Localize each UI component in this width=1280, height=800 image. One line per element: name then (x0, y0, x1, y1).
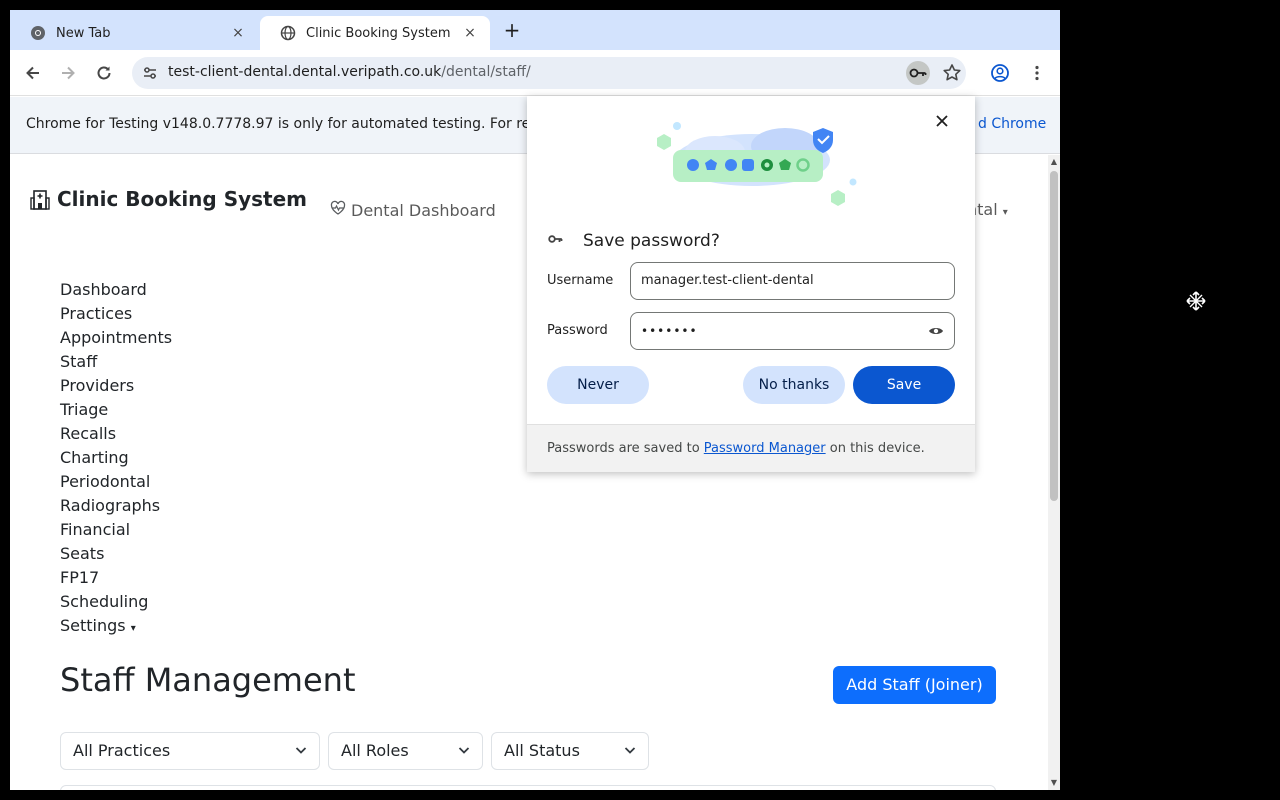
role-filter-value: All Roles (341, 741, 409, 760)
scroll-down-arrow-icon[interactable]: ▼ (1048, 778, 1060, 788)
practice-filter-select[interactable]: All Practices (60, 732, 320, 770)
page-scrollbar[interactable]: ▲ ▼ (1048, 155, 1060, 790)
password-field[interactable]: ••••••• (630, 312, 955, 350)
nav-providers[interactable]: Providers (60, 375, 172, 399)
caret-down-icon: ▾ (130, 623, 136, 634)
close-tab-icon[interactable]: × (230, 25, 246, 41)
page-title: Staff Management (60, 661, 356, 699)
chevron-down-icon (295, 733, 307, 783)
app-brand[interactable]: Clinic Booking System (30, 187, 307, 211)
role-filter-select[interactable]: All Roles (328, 732, 483, 770)
password-manager-link[interactable]: Password Manager (704, 441, 826, 456)
eye-icon[interactable] (928, 313, 944, 363)
nav-settings[interactable]: Settings ▾ (60, 615, 172, 639)
browser-window: New Tab × Clinic Booking System × + test… (10, 10, 1060, 790)
caret-down-icon: ▾ (1002, 207, 1008, 218)
new-tab-button[interactable]: + (502, 20, 522, 40)
tune-icon[interactable] (142, 65, 158, 81)
nav-fp17[interactable]: FP17 (60, 567, 172, 591)
key-icon (547, 231, 565, 251)
kebab-menu-icon[interactable] (1027, 63, 1047, 83)
url-host: test-client-dental.dental.veripath.co.uk (168, 64, 442, 80)
nav-radiographs[interactable]: Radiographs (60, 495, 172, 519)
tab-title: Clinic Booking System (306, 25, 451, 41)
arrow-right-icon[interactable] (58, 63, 78, 83)
profile-icon[interactable] (990, 63, 1010, 83)
reload-icon[interactable] (94, 63, 114, 83)
username-field[interactable]: manager.test-client-dental (630, 262, 955, 300)
tab-title: New Tab (56, 25, 111, 41)
password-illustration (657, 122, 857, 206)
heart-pulse-icon (330, 200, 346, 220)
scroll-up-arrow-icon[interactable]: ▲ (1048, 157, 1060, 167)
footer-prefix: Passwords are saved to (547, 441, 704, 456)
tab-new-tab[interactable]: New Tab × (10, 16, 258, 50)
infobar-link[interactable]: d Chrome (978, 116, 1046, 132)
staff-table-card (60, 785, 996, 790)
password-value: ••••••• (641, 324, 698, 338)
save-password-dialog: Save password? Username manager.test-cli… (527, 96, 975, 472)
nav-practices[interactable]: Practices (60, 303, 172, 327)
nav-periodontal[interactable]: Periodontal (60, 471, 172, 495)
infobar-message: Chrome for Testing v148.0.7778.97 is onl… (26, 116, 531, 132)
nav-seats[interactable]: Seats (60, 543, 172, 567)
dialog-footer: Passwords are saved to Password Manager … (527, 424, 975, 472)
dental-dashboard-link[interactable]: Dental Dashboard (330, 200, 496, 220)
dashboard-link-label: Dental Dashboard (351, 200, 496, 220)
url-path: /dental/staff/ (441, 64, 531, 80)
dialog-title: Save password? (547, 231, 720, 251)
scrollbar-thumb[interactable] (1050, 171, 1058, 501)
chevron-down-icon (458, 733, 470, 783)
nav-appointments[interactable]: Appointments (60, 327, 172, 351)
nav-staff[interactable]: Staff (60, 351, 172, 375)
chrome-icon (30, 25, 46, 41)
practice-filter-value: All Practices (73, 741, 171, 760)
tab-clinic-booking[interactable]: Clinic Booking System × (260, 16, 490, 50)
hospital-icon (30, 190, 50, 210)
arrow-left-icon[interactable] (23, 63, 43, 83)
chevron-down-icon (624, 733, 636, 783)
nav-scheduling[interactable]: Scheduling (60, 591, 172, 615)
no-thanks-button[interactable]: No thanks (743, 366, 845, 404)
footer-suffix: on this device. (825, 441, 925, 456)
move-cursor-icon (1186, 291, 1206, 311)
nav-recalls[interactable]: Recalls (60, 423, 172, 447)
status-filter-value: All Status (504, 741, 580, 760)
username-label: Username (547, 273, 614, 288)
key-icon[interactable] (906, 61, 930, 85)
brand-title: Clinic Booking System (57, 187, 308, 211)
star-icon[interactable] (940, 61, 964, 85)
status-filter-select[interactable]: All Status (491, 732, 649, 770)
url-text: test-client-dental.dental.veripath.co.uk… (168, 64, 531, 80)
nav-triage[interactable]: Triage (60, 399, 172, 423)
password-label: Password (547, 323, 608, 338)
nav-financial[interactable]: Financial (60, 519, 172, 543)
never-button[interactable]: Never (547, 366, 649, 404)
globe-icon (280, 25, 296, 41)
tab-strip: New Tab × Clinic Booking System × + (10, 10, 1060, 50)
nav-dashboard[interactable]: Dashboard (60, 279, 172, 303)
nav-charting[interactable]: Charting (60, 447, 172, 471)
footer-text: Passwords are saved to Password Manager … (547, 441, 925, 456)
main-nav: Dashboard Practices Appointments Staff P… (60, 279, 172, 639)
nav-settings-label: Settings (60, 616, 126, 635)
save-button[interactable]: Save (853, 366, 955, 404)
browser-toolbar: test-client-dental.dental.veripath.co.uk… (10, 50, 1060, 96)
address-bar[interactable]: test-client-dental.dental.veripath.co.uk… (132, 57, 966, 89)
dialog-title-text: Save password? (583, 231, 720, 251)
add-staff-button[interactable]: Add Staff (Joiner) (833, 666, 996, 704)
close-tab-icon[interactable]: × (462, 25, 478, 41)
close-icon[interactable] (932, 111, 952, 131)
